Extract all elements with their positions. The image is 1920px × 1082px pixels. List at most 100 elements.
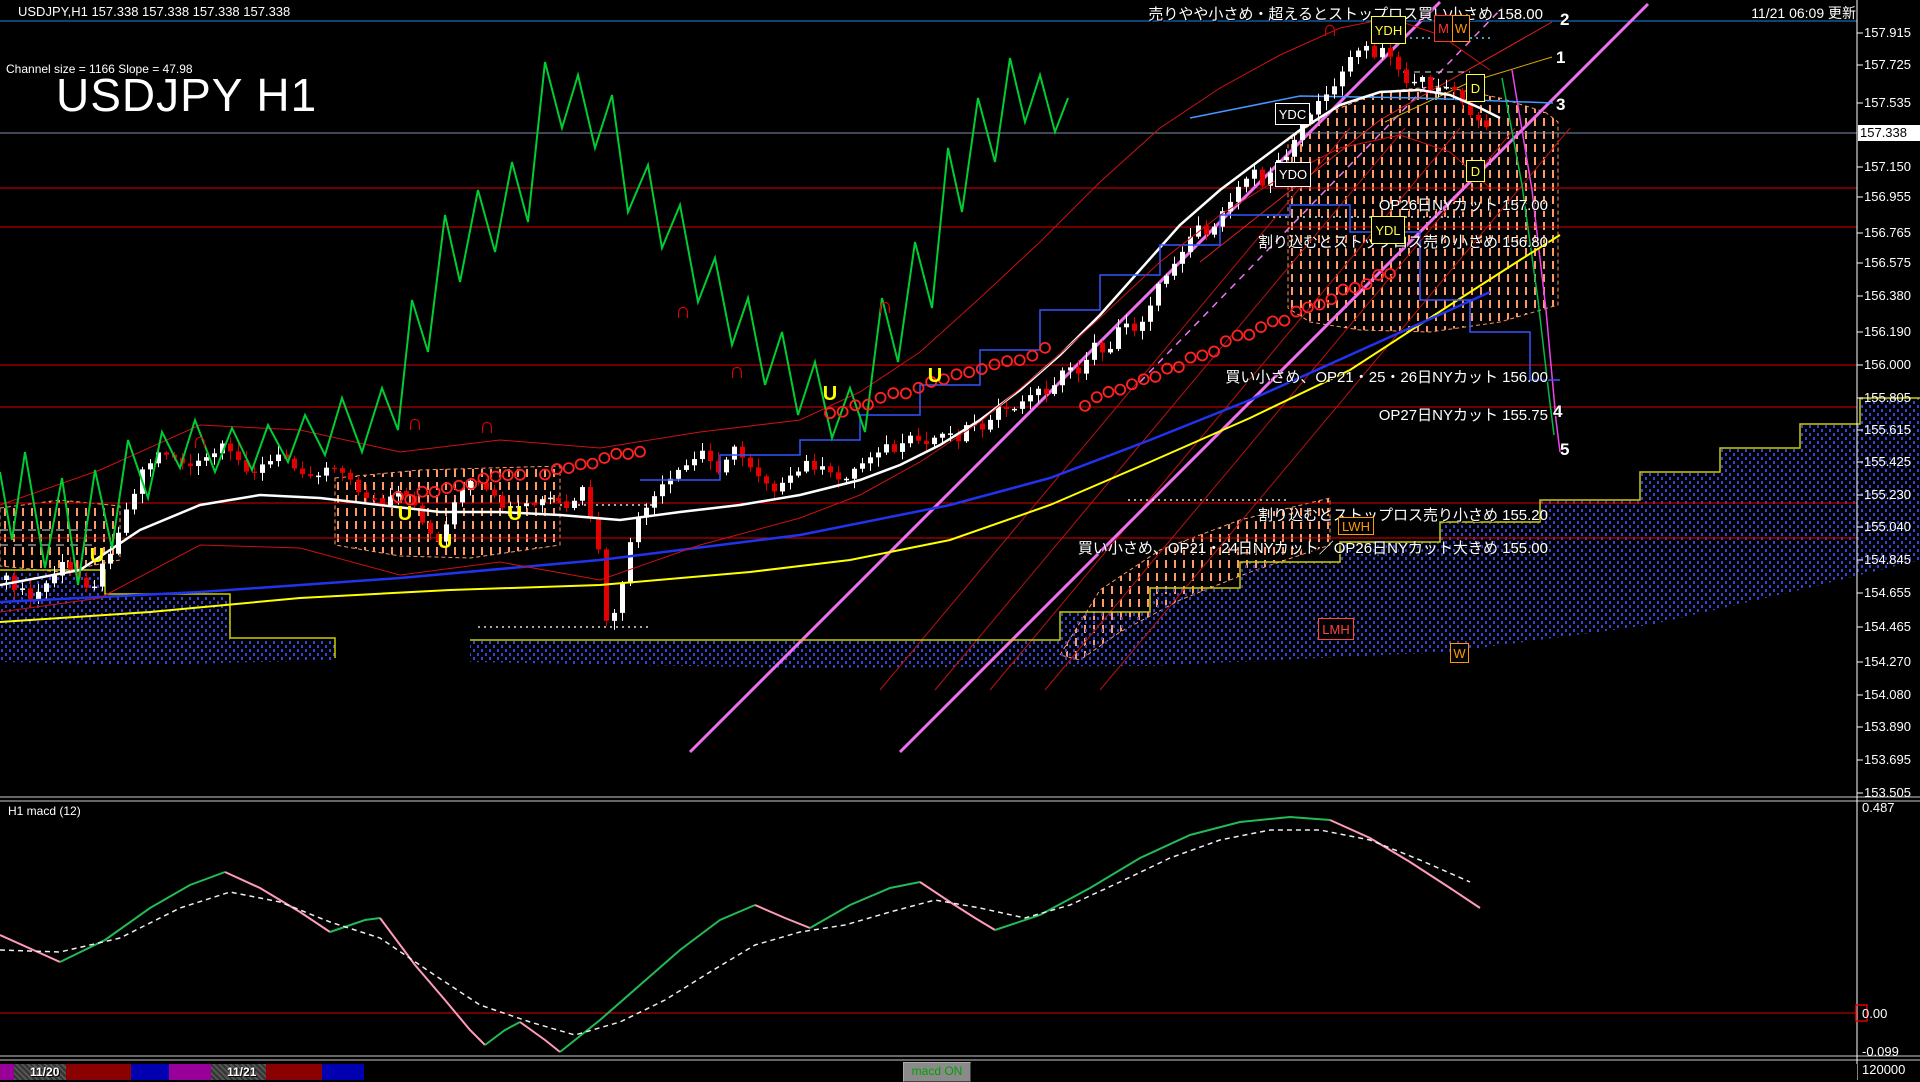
macd-green-4 xyxy=(560,905,755,1052)
candle-body xyxy=(1260,170,1265,186)
candle-body xyxy=(1148,306,1153,322)
macd-pink-4 xyxy=(520,1022,560,1052)
candle-body xyxy=(852,469,857,479)
tag-box-ydh: YDH xyxy=(1371,16,1406,44)
macd-pink-1 xyxy=(0,935,60,962)
tag-box-ydc: YDC xyxy=(1275,103,1310,125)
sell-arrow-icon: ∩ xyxy=(877,293,893,318)
candle-body xyxy=(980,423,985,429)
macd-green-5 xyxy=(810,882,920,928)
candle-body xyxy=(772,483,777,491)
price-tick: 157.535 xyxy=(1864,95,1911,110)
signal-circle xyxy=(914,383,924,393)
candle-body xyxy=(132,494,137,510)
candle-body xyxy=(1252,170,1257,179)
macd-toggle-button[interactable]: macd ON xyxy=(903,1062,971,1082)
signal-circle xyxy=(576,459,586,469)
candle-body xyxy=(100,564,105,587)
candle-body xyxy=(236,451,241,460)
volume-scale-label: 120000 xyxy=(1862,1062,1905,1077)
candle-body xyxy=(1044,389,1049,394)
candle-body xyxy=(252,472,257,474)
candle-body xyxy=(4,576,9,581)
candle-body xyxy=(492,490,497,496)
candle-body xyxy=(1412,82,1417,84)
macd-signal xyxy=(0,830,1470,1035)
signal-circle xyxy=(1092,392,1102,402)
candle-body xyxy=(684,465,689,470)
candle-body xyxy=(1284,157,1289,160)
candle-body xyxy=(1292,140,1297,157)
candle-body xyxy=(828,466,833,472)
candle-body xyxy=(1332,86,1337,94)
signal-circle xyxy=(1150,372,1160,382)
macd-tick: 0.487 xyxy=(1862,800,1895,815)
tag-box-lmh: LMH xyxy=(1318,618,1354,640)
signal-circle xyxy=(977,364,987,374)
candle-body xyxy=(908,436,913,444)
candle-body xyxy=(108,554,113,564)
macd-tick: -0.099 xyxy=(1862,1044,1899,1059)
session-segment xyxy=(322,1064,364,1080)
signal-circle xyxy=(1233,331,1243,341)
signal-circle xyxy=(1268,316,1278,326)
signal-circle xyxy=(951,369,961,379)
trendline-number-4: 4 xyxy=(1553,402,1562,422)
signal-circle xyxy=(1186,353,1196,363)
candle-body xyxy=(1452,87,1457,90)
candle-body xyxy=(1364,46,1369,51)
signal-circle xyxy=(1027,351,1037,361)
macd-pink-3 xyxy=(380,918,485,1045)
candle-body xyxy=(1132,324,1137,331)
candle-body xyxy=(348,473,353,480)
candle-body xyxy=(660,484,665,496)
candle-body xyxy=(92,587,97,589)
candle-body xyxy=(796,472,801,476)
candle-body xyxy=(548,498,553,500)
trendline-number-5: 5 xyxy=(1560,440,1569,460)
candle-body xyxy=(1052,385,1057,394)
candle-body xyxy=(1172,264,1177,276)
symbol-ohlc-header: USDJPY,H1 157.338 157.338 157.338 157.33… xyxy=(18,4,290,19)
candle-body xyxy=(556,498,561,502)
candle-body xyxy=(292,459,297,469)
tag-box-ydo: YDO xyxy=(1275,162,1311,187)
candle-body xyxy=(572,501,577,508)
candle-body xyxy=(1388,48,1393,57)
signal-circle xyxy=(564,463,574,473)
buy-arrow-icon: U xyxy=(928,365,942,387)
price-tick: 154.080 xyxy=(1864,687,1911,702)
watermark: USDJPY H1 xyxy=(56,68,317,122)
candle-body xyxy=(948,433,953,435)
candle-body xyxy=(724,460,729,473)
candle-body xyxy=(1140,322,1145,331)
candle-body xyxy=(340,468,345,473)
candle-body xyxy=(836,472,841,479)
price-tick: 155.805 xyxy=(1864,390,1911,405)
candle-body xyxy=(868,457,873,463)
candle-body xyxy=(1444,87,1449,89)
sell-arrow-icon: ∩ xyxy=(675,298,691,323)
price-tick: 153.505 xyxy=(1864,785,1911,800)
price-tick: 154.845 xyxy=(1864,552,1911,567)
candle-body xyxy=(1092,343,1097,360)
candle-body xyxy=(916,436,921,441)
signal-circle xyxy=(1040,343,1050,353)
level-annotation: 割り込むとストップロス売り小さめ 155.20 xyxy=(1258,504,1548,525)
macd-pink-7 xyxy=(1330,820,1480,908)
candle-body xyxy=(1124,324,1129,328)
signal-circle xyxy=(876,393,886,403)
candle-body xyxy=(1060,370,1065,385)
candle-body xyxy=(1028,395,1033,401)
signal-circle xyxy=(1197,350,1207,360)
candle-body xyxy=(1316,101,1321,115)
signal-circle xyxy=(1221,336,1231,346)
tag-box-d: D xyxy=(1466,74,1485,102)
candle-body xyxy=(1036,389,1041,395)
macd-green-3 xyxy=(485,1022,520,1045)
price-tick: 156.190 xyxy=(1864,324,1911,339)
candle-body xyxy=(428,523,433,534)
price-tick: 155.230 xyxy=(1864,487,1911,502)
session-segment xyxy=(169,1064,211,1080)
candle-body xyxy=(164,452,169,454)
